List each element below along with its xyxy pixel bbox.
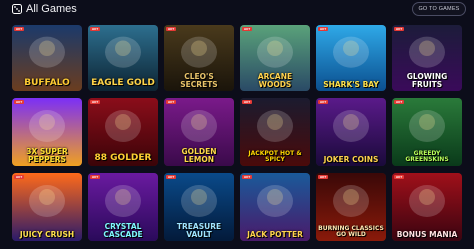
game-title: BONUS MANIA — [396, 229, 458, 239]
hot-badge: HOT — [242, 27, 252, 31]
section-title: All Games — [26, 3, 77, 15]
hot-badge: HOT — [166, 100, 176, 104]
hot-badge: HOT — [90, 27, 100, 31]
game-title: SHARK'S BAY — [323, 79, 379, 89]
hot-badge: HOT — [318, 100, 328, 104]
hot-badge: HOT — [90, 175, 100, 179]
hot-badge: HOT — [14, 100, 24, 104]
game-tile[interactable]: HOT BURNING CLASSICS GO WILD — [316, 173, 386, 241]
game-tile[interactable]: HOT BONUS MANIA — [392, 173, 462, 241]
section-header: All Games GO TO GAMES — [0, 0, 474, 22]
game-title: JACK POTTER — [247, 229, 303, 239]
game-tile[interactable]: HOT GLOWING FRUITS — [392, 25, 462, 91]
game-title: GOLDEN LEMON — [181, 147, 217, 164]
hot-badge: HOT — [242, 100, 252, 104]
hot-badge: HOT — [14, 175, 24, 179]
hot-badge: HOT — [394, 175, 404, 179]
game-tile[interactable]: HOT GOLDEN LEMON — [164, 98, 234, 166]
game-title: GREEDY GREENSKINS — [405, 150, 449, 163]
dice-icon — [12, 4, 22, 14]
game-title: CRYSTAL CASCADE — [103, 222, 143, 239]
game-tile[interactable]: HOT 3X SUPER PEPPERS — [12, 98, 82, 166]
hot-badge: HOT — [166, 27, 176, 31]
game-tile[interactable]: HOT JACKPOT HOT & SPICY — [240, 98, 310, 166]
go-to-games-button[interactable]: GO TO GAMES — [412, 2, 466, 16]
game-title: 3X SUPER PEPPERS — [26, 147, 68, 164]
game-title: 88 GOLDER — [94, 153, 152, 163]
hot-badge: HOT — [318, 175, 328, 179]
game-tile[interactable]: HOT CRYSTAL CASCADE — [88, 173, 158, 241]
game-title: BURNING CLASSICS GO WILD — [318, 225, 384, 238]
hot-badge: HOT — [166, 175, 176, 179]
hot-badge: HOT — [14, 27, 24, 31]
game-tile[interactable]: HOT TREASURE VAULT — [164, 173, 234, 241]
hot-badge: HOT — [394, 27, 404, 31]
game-title: BUFFALO — [24, 78, 70, 88]
game-tile[interactable]: HOT SHARK'S BAY — [316, 25, 386, 91]
game-tile[interactable]: HOT ARCANE WOODS — [240, 25, 310, 91]
hot-badge: HOT — [394, 100, 404, 104]
game-tile[interactable]: HOT CLEO'S SECRETS — [164, 25, 234, 91]
game-tile[interactable]: HOT JUICY CRUSH — [12, 173, 82, 241]
game-tile[interactable]: HOT BUFFALO — [12, 25, 82, 91]
games-grid: HOT BUFFALO HOT EAGLE GOLD HOT CLEO'S SECRETS… — [12, 25, 462, 241]
game-title: ARCANE WOODS — [257, 72, 293, 89]
game-title: EAGLE GOLD — [91, 78, 155, 88]
game-tile[interactable]: HOT EAGLE GOLD — [88, 25, 158, 91]
game-title: CLEO'S SECRETS — [180, 72, 218, 89]
game-tile[interactable]: HOT JOKER COINS — [316, 98, 386, 166]
game-title: GLOWING FRUITS — [406, 72, 448, 89]
hot-badge: HOT — [90, 100, 100, 104]
game-title: JACKPOT HOT & SPICY — [248, 150, 302, 163]
game-title: TREASURE VAULT — [176, 222, 222, 239]
game-tile[interactable]: HOT GREEDY GREENSKINS — [392, 98, 462, 166]
game-title: JOKER COINS — [323, 154, 379, 164]
game-tile[interactable]: HOT 88 GOLDER — [88, 98, 158, 166]
game-title: JUICY CRUSH — [19, 229, 75, 239]
hot-badge: HOT — [242, 175, 252, 179]
hot-badge: HOT — [318, 27, 328, 31]
game-tile[interactable]: HOT JACK POTTER — [240, 173, 310, 241]
